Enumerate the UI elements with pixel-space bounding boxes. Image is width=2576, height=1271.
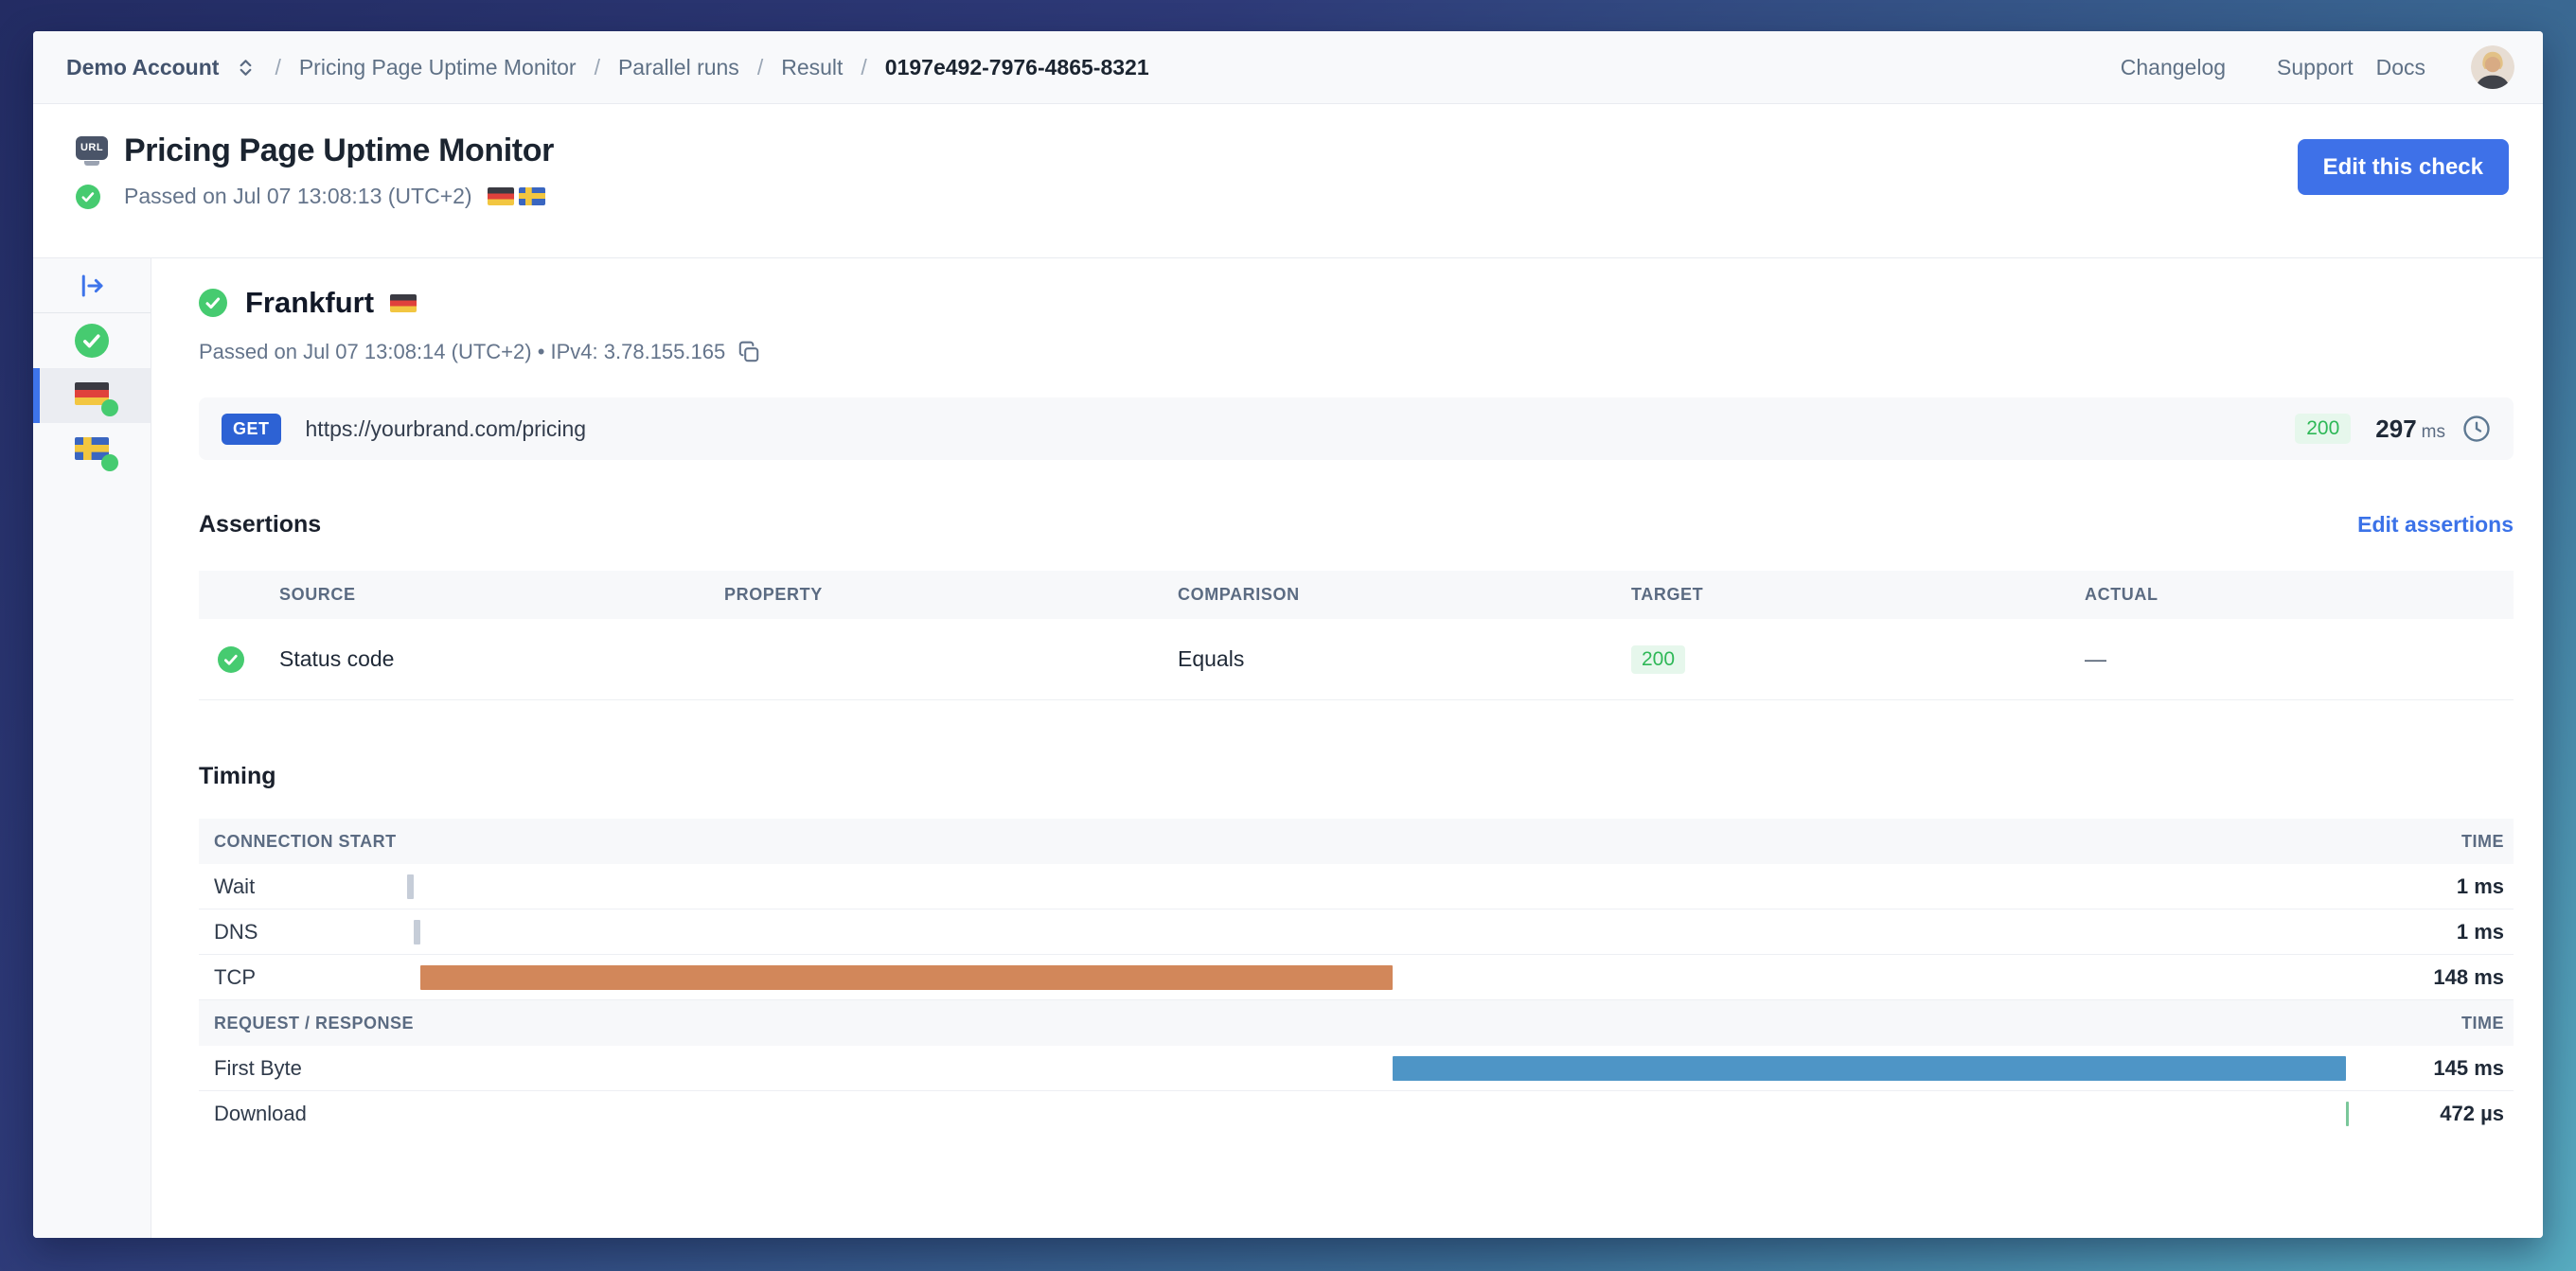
top-navigation: Changelog Support Docs	[2121, 45, 2514, 89]
timing-row: TCP 148 ms	[199, 955, 2514, 1000]
timing-group-header: REQUEST / RESPONSE TIME	[199, 1000, 2514, 1046]
breadcrumb-item-parallel-runs[interactable]: Parallel runs	[618, 55, 739, 80]
region-passed-icon	[199, 289, 227, 317]
timing-bar	[414, 920, 420, 944]
timing-time-column-header: TIME	[2362, 1014, 2514, 1033]
timing-phase-label: First Byte	[199, 1056, 407, 1081]
breadcrumb-item-check[interactable]: Pricing Page Uptime Monitor	[299, 55, 577, 80]
nav-support[interactable]: Support	[2277, 55, 2354, 80]
request-url: https://yourbrand.com/pricing	[306, 416, 587, 442]
passed-dot	[101, 454, 118, 471]
timing-section: Timing CONNECTION START TIME Wait 1 ms DNS 1 …	[199, 763, 2514, 1137]
timing-bar	[420, 965, 1394, 990]
assertion-source: Status code	[279, 646, 724, 672]
timing-value: 148 ms	[2362, 965, 2514, 990]
response-time: 297ms	[2375, 415, 2445, 444]
breadcrumb-current-run-id: 0197e492-7976-4865-8321	[885, 55, 1149, 80]
timing-bar-track	[407, 965, 2353, 990]
check-header: URL Pricing Page Uptime Monitor Passed o…	[33, 104, 2543, 258]
col-actual: ACTUAL	[2085, 585, 2514, 605]
app-window: Demo Account / Pricing Page Uptime Monit…	[33, 31, 2543, 1238]
timing-group-title: CONNECTION START	[199, 832, 397, 852]
timing-bar-track	[407, 1102, 2353, 1126]
timing-bar	[2346, 1102, 2349, 1126]
response-status-badge: 200	[2295, 414, 2351, 444]
region-title: Frankfurt	[245, 286, 374, 320]
timing-phase-label: Wait	[199, 874, 407, 899]
timing-row: Wait 1 ms	[199, 864, 2514, 909]
sidebar-collapse-button[interactable]	[33, 258, 151, 313]
timing-group-header: CONNECTION START TIME	[199, 819, 2514, 864]
timing-row: DNS 1 ms	[199, 909, 2514, 955]
timing-time-column-header: TIME	[2362, 832, 2514, 852]
timing-bar	[1393, 1056, 2346, 1081]
timing-bar-track	[407, 874, 2353, 899]
timing-phase-label: Download	[199, 1102, 407, 1126]
timing-bar	[407, 874, 414, 899]
avatar[interactable]	[2471, 45, 2514, 89]
edit-check-button[interactable]: Edit this check	[2298, 139, 2509, 195]
assertions-title: Assertions	[199, 511, 321, 538]
passed-dot	[101, 399, 118, 416]
timing-row: First Byte 145 ms	[199, 1046, 2514, 1091]
breadcrumb-item-result[interactable]: Result	[781, 55, 843, 80]
assertion-comparison: Equals	[1178, 646, 1631, 672]
breadcrumb-separator: /	[595, 55, 600, 80]
timing-value: 1 ms	[2362, 874, 2514, 899]
assertion-passed-icon	[218, 646, 244, 673]
nav-docs[interactable]: Docs	[2376, 55, 2425, 80]
timing-bar-track	[407, 1056, 2353, 1081]
assertions-section: Assertions Edit assertions SOURCE PROPER…	[199, 511, 2514, 700]
timing-table: CONNECTION START TIME Wait 1 ms DNS 1 ms TCP 14…	[199, 819, 2514, 1137]
page-title: Pricing Page Uptime Monitor	[124, 132, 554, 169]
nav-changelog[interactable]: Changelog	[2121, 55, 2226, 80]
assertions-table-header: SOURCE PROPERTY COMPARISON TARGET ACTUAL	[199, 571, 2514, 619]
timing-title: Timing	[199, 763, 275, 790]
timing-group-title: REQUEST / RESPONSE	[199, 1014, 414, 1033]
col-target: TARGET	[1631, 585, 2085, 605]
assertion-row: Status code Equals 200 —	[199, 619, 2514, 700]
collapse-sidebar-icon	[78, 272, 106, 300]
timing-bar-track	[407, 920, 2353, 944]
col-property: PROPERTY	[724, 585, 1178, 605]
germany-flag-icon	[390, 294, 417, 312]
breadcrumb-separator: /	[861, 55, 866, 80]
http-method-badge: GET	[222, 414, 281, 445]
account-switcher[interactable]: Demo Account	[66, 55, 219, 80]
url-check-type-icon: URL	[76, 136, 108, 167]
col-source: SOURCE	[279, 585, 724, 605]
clock-icon	[2462, 415, 2491, 443]
sidebar-item-stockholm[interactable]	[33, 423, 151, 478]
sidebar-item-overall-result[interactable]	[33, 313, 151, 368]
check-status-text: Passed on Jul 07 13:08:13 (UTC+2)	[124, 184, 472, 209]
request-summary: GET https://yourbrand.com/pricing 200 29…	[199, 397, 2514, 460]
timing-phase-label: TCP	[199, 965, 407, 990]
run-result-panel: Frankfurt Passed on Jul 07 13:08:14 (UTC…	[151, 258, 2543, 1238]
breadcrumb-separator: /	[757, 55, 763, 80]
timing-phase-label: DNS	[199, 920, 407, 944]
assertions-table: SOURCE PROPERTY COMPARISON TARGET ACTUAL…	[199, 571, 2514, 700]
breadcrumb: Demo Account / Pricing Page Uptime Monit…	[66, 55, 1149, 80]
run-sidebar	[33, 258, 151, 1238]
timing-value: 1 ms	[2362, 920, 2514, 944]
breadcrumb-separator: /	[275, 55, 280, 80]
avatar-photo	[2471, 45, 2514, 89]
copy-icon[interactable]	[737, 340, 761, 364]
col-comparison: COMPARISON	[1178, 585, 1631, 605]
sweden-flag-icon	[519, 187, 545, 205]
timing-value: 145 ms	[2362, 1056, 2514, 1081]
account-switcher-chevrons-icon[interactable]	[235, 57, 257, 79]
assertion-target: 200	[1631, 645, 1685, 674]
timing-value: 472 µs	[2362, 1102, 2514, 1126]
germany-flag-icon	[488, 187, 514, 205]
sidebar-item-frankfurt[interactable]	[33, 368, 151, 423]
run-meta-text: Passed on Jul 07 13:08:14 (UTC+2) • IPv4…	[199, 340, 725, 364]
check-passed-icon	[75, 324, 109, 358]
timing-row: Download 472 µs	[199, 1091, 2514, 1137]
topbar: Demo Account / Pricing Page Uptime Monit…	[33, 31, 2543, 104]
check-passed-icon	[76, 185, 100, 209]
assertion-actual: —	[2085, 646, 2514, 672]
edit-assertions-link[interactable]: Edit assertions	[2357, 512, 2514, 538]
